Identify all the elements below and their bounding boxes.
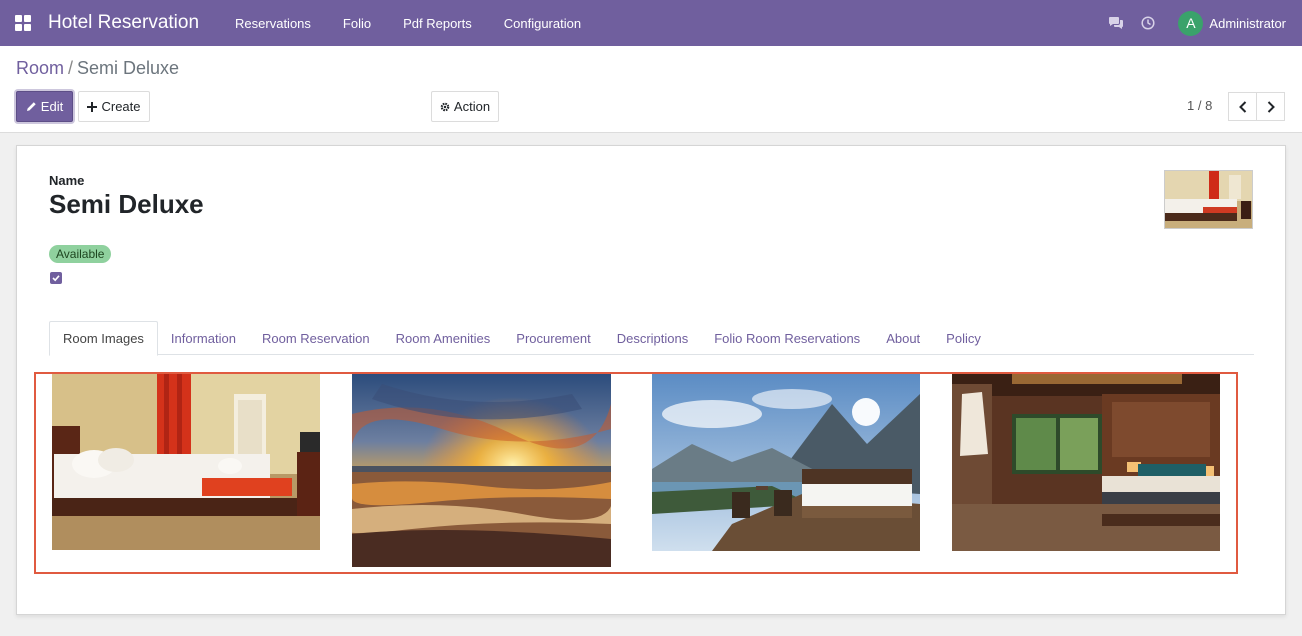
room-image-1[interactable] bbox=[52, 374, 320, 550]
tab-room-images[interactable]: Room Images bbox=[49, 321, 158, 356]
pencil-icon bbox=[26, 101, 37, 112]
tab-room-reservation[interactable]: Room Reservation bbox=[249, 321, 383, 355]
chevron-right-icon bbox=[1267, 100, 1275, 113]
edit-button[interactable]: Edit bbox=[16, 91, 73, 122]
edit-label: Edit bbox=[40, 99, 64, 114]
menu-configuration[interactable]: Configuration bbox=[488, 0, 597, 46]
breadcrumb-parent[interactable]: Room bbox=[16, 58, 64, 78]
name-label: Name bbox=[49, 173, 85, 188]
plus-icon bbox=[87, 101, 98, 112]
room-image-2[interactable] bbox=[352, 374, 611, 567]
notebook-tabs: Room Images Information Room Reservation… bbox=[49, 321, 1254, 356]
tab-room-amenities[interactable]: Room Amenities bbox=[383, 321, 504, 355]
tab-about[interactable]: About bbox=[873, 321, 933, 355]
apps-icon[interactable] bbox=[0, 0, 46, 46]
action-button[interactable]: Action bbox=[431, 91, 499, 122]
checkbox[interactable] bbox=[50, 272, 62, 284]
form-sheet: Name Semi Deluxe Available Room Images I… bbox=[16, 145, 1286, 615]
gear-icon bbox=[440, 102, 450, 112]
top-navbar: Hotel Reservation Reservations Folio Pdf… bbox=[0, 0, 1302, 46]
breadcrumb-current: Semi Deluxe bbox=[77, 58, 180, 78]
breadcrumb: Room / Semi Deluxe bbox=[16, 58, 179, 79]
tab-information[interactable]: Information bbox=[158, 321, 249, 355]
menu-folio[interactable]: Folio bbox=[327, 0, 387, 46]
tab-procurement[interactable]: Procurement bbox=[503, 321, 603, 355]
room-images-panel bbox=[34, 372, 1238, 574]
tab-policy[interactable]: Policy bbox=[933, 321, 994, 355]
room-image-3[interactable] bbox=[652, 374, 920, 551]
clock-icon[interactable] bbox=[1132, 0, 1164, 46]
user-avatar[interactable]: A bbox=[1178, 10, 1204, 36]
pager-value[interactable]: 1 / 8 bbox=[1187, 98, 1212, 113]
room-image-thumbnail[interactable] bbox=[1164, 170, 1253, 229]
chevron-left-icon bbox=[1238, 100, 1246, 113]
menu-pdf-reports[interactable]: Pdf Reports bbox=[387, 0, 488, 46]
tab-folio-room-reservations[interactable]: Folio Room Reservations bbox=[701, 321, 873, 355]
breadcrumb-separator: / bbox=[68, 58, 74, 78]
tab-descriptions[interactable]: Descriptions bbox=[604, 321, 702, 355]
control-panel: Room / Semi Deluxe Edit Create Action 1 / … bbox=[0, 46, 1302, 133]
record-name: Semi Deluxe bbox=[49, 189, 204, 219]
status-badge[interactable]: Available bbox=[49, 245, 112, 263]
action-label: Action bbox=[453, 99, 491, 114]
menu-reservations[interactable]: Reservations bbox=[219, 0, 327, 46]
chat-icon[interactable] bbox=[1100, 0, 1132, 46]
pager-previous-button[interactable] bbox=[1228, 92, 1257, 121]
user-name[interactable]: Administrator bbox=[1209, 16, 1286, 31]
room-image-4[interactable] bbox=[952, 374, 1220, 551]
app-title[interactable]: Hotel Reservation bbox=[48, 12, 199, 34]
pager-next-button[interactable] bbox=[1256, 92, 1285, 121]
create-label: Create bbox=[101, 99, 141, 114]
create-button[interactable]: Create bbox=[78, 91, 150, 122]
check-icon bbox=[52, 275, 60, 282]
